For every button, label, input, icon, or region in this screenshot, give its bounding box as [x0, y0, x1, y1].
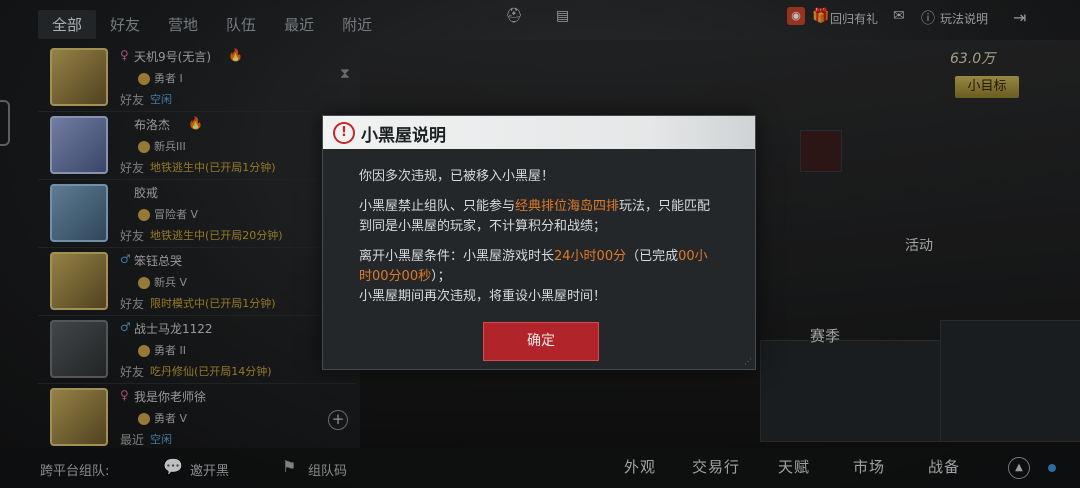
dialog-header: ! 小黑屋说明: [323, 116, 755, 149]
resize-corner-icon: ⋰: [744, 357, 752, 366]
text: （已完成: [626, 249, 679, 264]
dialog-line-1: 你因多次违规，已被移入小黑屋！: [359, 169, 555, 184]
dialog-paragraph-rules: 小黑屋禁止组队、只能参与经典排位海岛四排玩法，只能匹配到同是小黑屋的玩家，不计算…: [359, 197, 719, 237]
mode-highlight: 经典排位海岛四排: [515, 199, 620, 214]
text: 离开小黑屋条件：小黑屋游戏时长: [359, 249, 555, 264]
warning-icon: !: [333, 122, 355, 144]
text: 小黑屋禁止组队、只能参与: [359, 199, 516, 214]
dialog-paragraph-leave: 离开小黑屋条件：小黑屋游戏时长24小时00分（已完成00小时00分00秒）； 小黑…: [359, 247, 719, 307]
dialog-title: 小黑屋说明: [361, 126, 446, 146]
text: ）；: [431, 269, 451, 284]
required-time: 24小时00分: [554, 249, 627, 264]
confirm-button[interactable]: 确定: [483, 322, 599, 361]
dialog-body: 你因多次违规，已被移入小黑屋！ 小黑屋禁止组队、只能参与经典排位海岛四排玩法，只…: [323, 149, 755, 307]
text: 小黑屋期间再次违规，将重设小黑屋时间！: [359, 289, 607, 304]
blackroom-dialog: ! 小黑屋说明 你因多次违规，已被移入小黑屋！ 小黑屋禁止组队、只能参与经典排位…: [322, 115, 756, 370]
